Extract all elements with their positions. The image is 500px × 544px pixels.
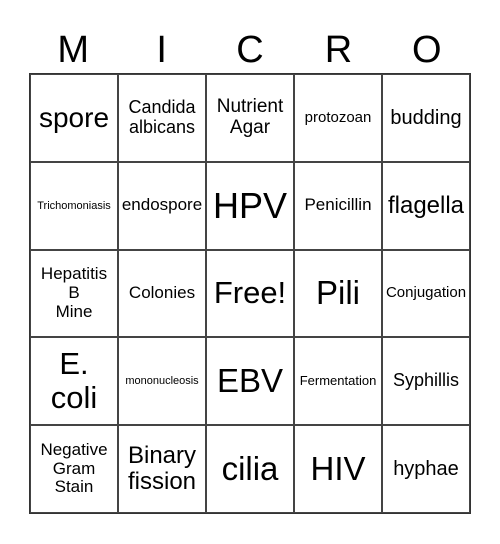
bingo-header: M I C R O [29, 28, 471, 73]
bingo-cell[interactable]: Syphillis [382, 337, 470, 426]
bingo-cell[interactable]: E. coli [30, 337, 118, 426]
free-space-cell[interactable]: Free! [206, 249, 294, 338]
bingo-cell[interactable]: hyphae [382, 425, 470, 513]
bingo-cell[interactable]: Trichomoniasis [30, 161, 118, 250]
bingo-cell[interactable]: budding [382, 74, 470, 162]
bingo-cell[interactable]: EBV [206, 337, 294, 426]
bingo-cell[interactable]: Conjugation [382, 249, 470, 338]
header-letter: C [236, 29, 264, 71]
header-letter: I [156, 29, 167, 71]
bingo-grid: spore Candida albicans Nutrient Agar protoz… [29, 73, 471, 514]
bingo-cell[interactable]: endospore [118, 161, 206, 250]
bingo-cell[interactable]: HPV [206, 161, 294, 250]
bingo-cell[interactable]: Pili [294, 249, 382, 338]
header-letter: M [57, 29, 90, 71]
bingo-cell[interactable]: Fermentation [294, 337, 382, 426]
bingo-cell[interactable]: spore [30, 74, 118, 162]
bingo-cell[interactable]: Colonies [118, 249, 206, 338]
bingo-cell[interactable]: mononucleosis [118, 337, 206, 426]
bingo-cell[interactable]: Negative Gram Stain [30, 425, 118, 513]
bingo-cell[interactable]: Candida albicans [118, 74, 206, 162]
header-letter: R [324, 29, 353, 71]
bingo-cell[interactable]: flagella [382, 161, 470, 250]
bingo-cell[interactable]: protozoan [294, 74, 382, 162]
bingo-cell[interactable]: Binary fission [118, 425, 206, 513]
bingo-cell[interactable]: Hepatitis B Mine [30, 249, 118, 338]
header-letter: O [412, 29, 442, 71]
bingo-cell[interactable]: cilia [206, 425, 294, 513]
bingo-cell[interactable]: Nutrient Agar [206, 74, 294, 162]
bingo-cell[interactable]: HIV [294, 425, 382, 513]
bingo-cell[interactable]: Penicillin [294, 161, 382, 250]
